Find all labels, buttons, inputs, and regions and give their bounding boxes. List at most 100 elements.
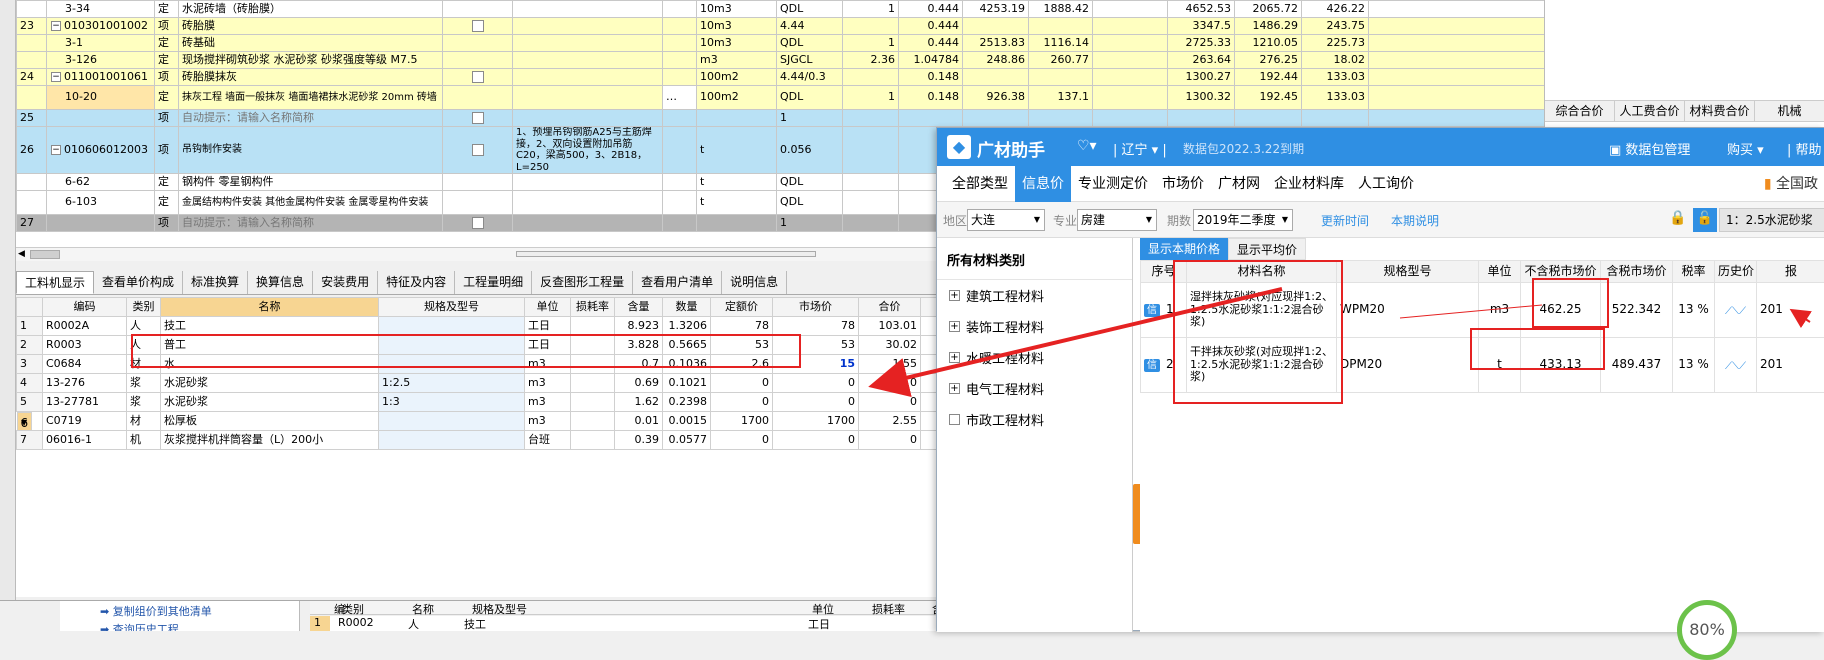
budget-row[interactable]: 10-20定抹灰工程 墙面一般抹灰 墙面墙裙抹水泥砂浆 20mm 砖墙…100m… [17,86,1545,110]
tree-item[interactable]: +水暖工程材料 [937,342,1132,373]
item-name[interactable]: 金属结构构件安装 其他金属构件安装 金属零星构件安装 [179,191,443,215]
nav-tab-4[interactable]: 市场价 [1155,166,1211,202]
lock-checkbox[interactable] [443,52,513,69]
history-cell[interactable]: ⟋⟍⟋ [1715,338,1757,393]
region-select[interactable]: 大连 [967,209,1045,231]
material-query-field[interactable]: 1：2.5水泥砂浆 [1719,208,1824,232]
price-column-header[interactable]: 历史价 [1715,261,1757,283]
scroll-thumb[interactable] [30,250,60,259]
budget-row[interactable]: 3-34定水泥砖墙（砖胎膜）10m3QDL10.4444253.191888.4… [17,1,1545,18]
copy-price-link[interactable]: 复制组价到其他清单 [113,605,212,618]
column-header[interactable]: 单位 [525,298,571,317]
lock-checkbox[interactable] [443,69,513,86]
edit-cell[interactable] [663,191,697,215]
period-select[interactable]: 2019年二季度 [1193,209,1293,231]
tab-1[interactable]: 工料机显示 [16,271,94,294]
edit-cell[interactable] [663,69,697,86]
splitter-handle[interactable] [516,251,816,257]
history-cell[interactable]: ⟋⟍⟋ [1715,283,1757,338]
tab-2[interactable]: 查看单价构成 [94,271,183,294]
labor-material-grid[interactable]: 编码类别名称规格及型号单位损耗率含量数量定额价市场价合价 1R0002A人技工工… [16,297,936,597]
nav-tab-6[interactable]: 企业材料库 [1267,166,1351,202]
tab-10[interactable]: 说明信息 [722,271,787,294]
help-button[interactable]: | 帮助 [1787,139,1822,158]
column-header[interactable]: 定额价 [711,298,773,317]
update-time-link[interactable]: 更新时间 [1321,212,1369,229]
lock-checkbox[interactable] [443,86,513,110]
item-name[interactable]: 水泥砖墙（砖胎膜） [179,1,443,18]
budget-row[interactable]: 24−011001001061项砖胎膜抹灰100m24.44/0.30.1481… [17,69,1545,86]
collapse-icon[interactable]: − [51,72,61,82]
nav-tab-5[interactable]: 广材网 [1211,166,1267,202]
tab-4[interactable]: 换算信息 [248,271,313,294]
column-header[interactable]: 含量 [615,298,663,317]
horizontal-scrollbar[interactable]: ◀ [16,247,936,261]
nav-tab-1[interactable]: 全部类型 [945,166,1015,202]
column-header[interactable]: 市场价 [773,298,859,317]
lock-checkbox[interactable] [443,127,513,174]
sub-tab-1[interactable]: 显示本期价格 [1140,238,1228,260]
heart-icon[interactable]: ♡▾ [1077,138,1097,154]
nav-tab-7[interactable]: 人工询价 [1351,166,1421,202]
column-header[interactable]: 数量 [663,298,711,317]
lock-checkbox[interactable] [443,1,513,18]
unlock-icon[interactable]: 🔓 [1693,208,1717,232]
price-column-header[interactable]: 税率 [1673,261,1715,283]
price-column-header[interactable]: 单位 [1479,261,1521,283]
edit-cell[interactable] [663,110,697,127]
tab-7[interactable]: 工程量明细 [455,271,532,294]
collapse-icon[interactable]: − [51,21,61,31]
nav-tab-3[interactable]: 专业测定价 [1071,166,1155,202]
sub-tab-2[interactable]: 显示平均价 [1228,238,1306,260]
budget-row[interactable]: 25项自动提示：请输入名称简称1 [17,110,1545,127]
column-header[interactable]: 名称 [161,298,379,317]
edit-cell[interactable] [663,1,697,18]
material-row[interactable]: 706016-1机灰浆搅拌机拌筒容量（L）200小台班0.390.0577000 [17,431,937,450]
lock-checkbox[interactable] [443,191,513,215]
document-icon[interactable] [949,414,960,425]
expand-icon[interactable]: + [949,383,960,394]
column-header[interactable]: 类别 [127,298,161,317]
tree-item[interactable]: +电气工程材料 [937,373,1132,404]
column-header[interactable]: 合价 [859,298,921,317]
expand-icon[interactable]: + [949,321,960,332]
nav-tab-2[interactable]: 信息价 [1015,166,1071,202]
budget-row[interactable]: 3-1定砖基础10m3QDL10.4442513.831116.142725.3… [17,35,1545,52]
tab-5[interactable]: 安装费用 [313,271,378,294]
checkbox-icon[interactable] [472,20,484,32]
checkbox-icon[interactable] [472,112,484,124]
edit-cell[interactable] [663,18,697,35]
tab-9[interactable]: 查看用户清单 [633,271,722,294]
checkbox-icon[interactable] [472,217,484,229]
item-name[interactable]: 钢构件 零星钢构件 [179,174,443,191]
tree-item[interactable]: +装饰工程材料 [937,311,1132,342]
item-name[interactable]: 自动提示：请输入名称简称 [179,215,443,232]
nav-right-link[interactable]: ▮ 全国政 [1757,166,1824,202]
material-row[interactable]: 513-27781浆水泥砂浆1:3m31.620.2398000 [17,393,937,412]
material-row[interactable]: 413-276浆水泥砂浆1:2.5m30.690.1021000 [17,374,937,393]
column-header[interactable]: 规格及型号 [379,298,525,317]
item-name[interactable]: 砖胎膜 [179,18,443,35]
item-name[interactable]: 抹灰工程 墙面一般抹灰 墙面墙裙抹水泥砂浆 20mm 砖墙 [179,86,443,110]
lock-checkbox[interactable] [443,35,513,52]
major-select[interactable]: 房建 [1077,209,1157,231]
item-name[interactable]: 自动提示：请输入名称简称 [179,110,443,127]
tree-item[interactable]: 市政工程材料 [937,404,1132,435]
package-management-button[interactable]: ▣ 数据包管理 [1609,139,1690,158]
lock-checkbox[interactable] [443,18,513,35]
history-project-link[interactable]: 查询历史工程 [113,623,179,631]
lock-icon[interactable]: 🔒 [1669,210,1686,226]
chart-icon[interactable]: ⟋⟍⟋ [1725,361,1746,372]
budget-row[interactable]: 23−010301001002项砖胎膜10m34.440.4443347.514… [17,18,1545,35]
buy-button[interactable]: 购买 ▾ [1727,139,1764,158]
material-row[interactable]: 6C0719材松厚板m30.010.0015170017002.55 [17,412,937,431]
price-column-header[interactable]: 含税市场价 [1601,261,1673,283]
checkbox-icon[interactable] [472,144,484,156]
checkbox-icon[interactable] [472,71,484,83]
budget-row[interactable]: 3-126定现场搅拌砌筑砂浆 水泥砂浆 砂浆强度等级 M7.5m3SJGCL2.… [17,52,1545,69]
lock-checkbox[interactable] [443,110,513,127]
edit-cell[interactable] [663,35,697,52]
secondary-grid-row[interactable]: 1 R0002 人 技工 工日 5.0 [310,616,1000,631]
item-name[interactable]: 吊钩制作安装 [179,127,443,174]
item-name[interactable]: 现场搅拌砌筑砂浆 水泥砂浆 砂浆强度等级 M7.5 [179,52,443,69]
